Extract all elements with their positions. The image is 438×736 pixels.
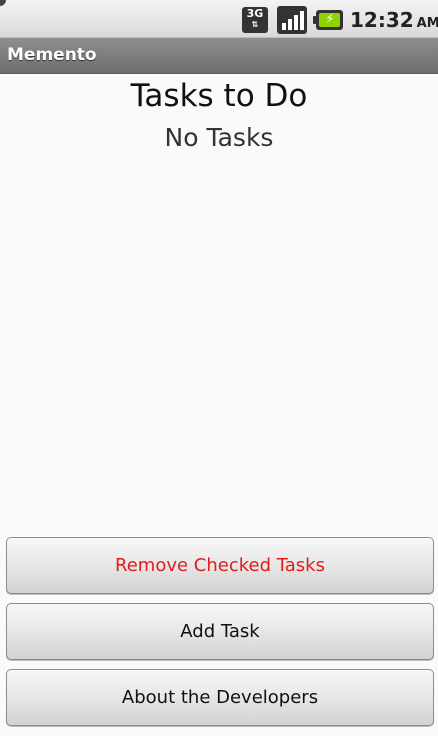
signal-bar-1 — [282, 23, 286, 30]
signal-icon — [277, 6, 307, 34]
battery-icon: ⚡ — [313, 10, 343, 30]
network-type-label: 3G — [246, 7, 264, 20]
signal-bar-3 — [294, 15, 298, 30]
status-bar: 3G ⇅ ⚡ 12:32 AM — [0, 0, 438, 38]
title-bar: Memento — [0, 38, 438, 74]
charging-bolt-icon: ⚡ — [325, 12, 335, 27]
page-title: Tasks to Do — [130, 78, 308, 114]
app-screen: 3G ⇅ ⚡ 12:32 AM Memento Tasks to Do No Ta… — [0, 0, 438, 736]
add-task-button[interactable]: Add Task — [6, 603, 434, 660]
notification-corner-icon — [0, 0, 6, 6]
3g-icon: 3G ⇅ — [242, 7, 268, 33]
remove-checked-tasks-button[interactable]: Remove Checked Tasks — [6, 537, 434, 594]
about-developers-button[interactable]: About the Developers — [6, 669, 434, 726]
empty-tasks-message: No Tasks — [164, 123, 274, 152]
clock-ampm: AM — [416, 16, 438, 31]
status-clock: 12:32 AM — [350, 8, 438, 32]
app-title: Memento — [7, 45, 97, 65]
signal-bar-4 — [300, 11, 304, 30]
data-activity-arrows-icon: ⇅ — [251, 20, 259, 29]
clock-time: 12:32 — [350, 8, 414, 32]
signal-bar-2 — [288, 19, 292, 30]
